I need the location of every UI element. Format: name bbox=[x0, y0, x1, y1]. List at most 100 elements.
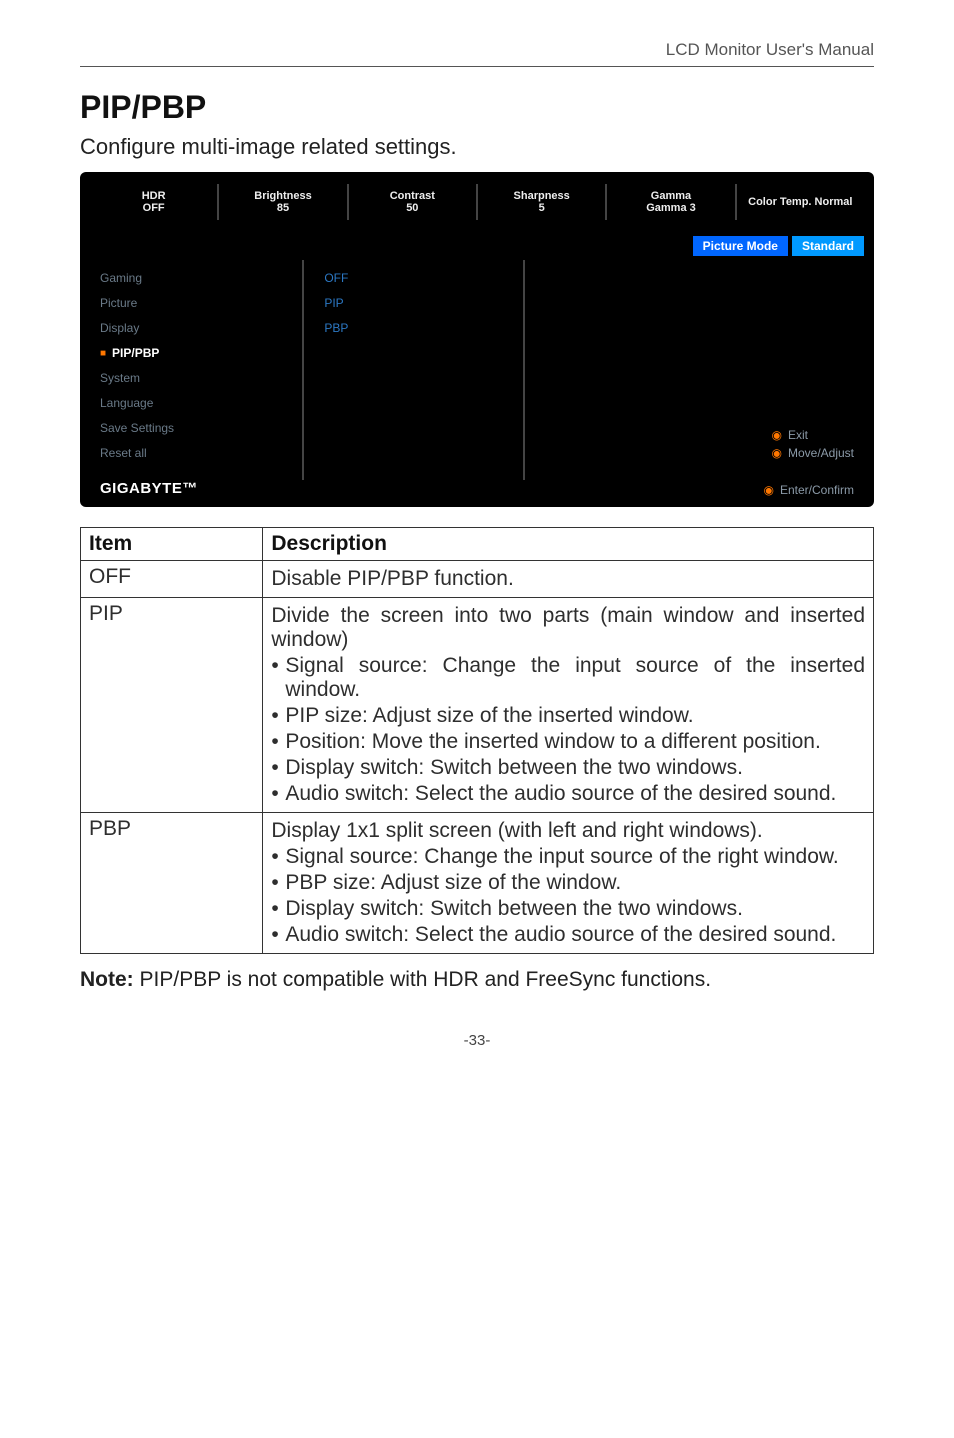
header-bar: LCD Monitor User's Manual bbox=[80, 40, 874, 67]
menu-reset-all: Reset all bbox=[100, 441, 282, 466]
bullet-text: Position: Move the inserted window to a … bbox=[285, 730, 865, 754]
note-label: Note: bbox=[80, 968, 134, 991]
hint-exit: ◉ Exit bbox=[771, 428, 854, 442]
osd-submenu: OFF PIP PBP bbox=[302, 260, 524, 480]
table-header-row: Item Description bbox=[81, 528, 874, 561]
hint-move-label: Move/Adjust bbox=[788, 446, 854, 460]
osd-hints: ◉ Exit ◉ Move/Adjust bbox=[771, 424, 854, 460]
desc-text: Divide the screen into two parts (main w… bbox=[271, 604, 865, 652]
picture-mode-value: Standard bbox=[792, 236, 864, 256]
hint-enter: ◉ Enter/Confirm bbox=[763, 483, 854, 497]
bullet: •Audio switch: Select the audio source o… bbox=[271, 782, 865, 806]
stat-value: Gamma 3 bbox=[607, 202, 734, 214]
osd-right-panel: ◉ Exit ◉ Move/Adjust bbox=[525, 260, 874, 480]
menu-gaming: Gaming bbox=[100, 266, 282, 291]
bullet-icon: • bbox=[271, 730, 285, 754]
osd-stat-brightness: Brightness 85 bbox=[217, 184, 346, 220]
hint-move: ◉ Move/Adjust bbox=[771, 446, 854, 460]
bullet-text: Display switch: Switch between the two w… bbox=[285, 756, 865, 780]
stat-label: Contrast bbox=[349, 190, 476, 202]
description-table: Item Description OFF Disable PIP/PBP fun… bbox=[80, 527, 874, 954]
picture-mode-label: Picture Mode bbox=[693, 236, 788, 256]
osd-screenshot: HDR OFF Brightness 85 Contrast 50 Sharpn… bbox=[80, 172, 874, 507]
col-header-item: Item bbox=[81, 528, 263, 561]
bullet-icon: • bbox=[271, 704, 285, 728]
submenu-pip: PIP bbox=[324, 291, 502, 316]
osd-main-menu: Gaming Picture Display PIP/PBP System La… bbox=[80, 260, 302, 480]
submenu-pbp: PBP bbox=[324, 316, 502, 341]
stat-value: 50 bbox=[349, 202, 476, 214]
bullet-text: Audio switch: Select the audio source of… bbox=[285, 923, 865, 947]
menu-save-settings: Save Settings bbox=[100, 416, 282, 441]
bullet: •Audio switch: Select the audio source o… bbox=[271, 923, 865, 947]
stat-value: OFF bbox=[90, 202, 217, 214]
stat-value: 85 bbox=[219, 202, 346, 214]
bullet-icon: • bbox=[271, 845, 285, 869]
item-cell: PBP bbox=[81, 813, 263, 954]
osd-brand: GIGABYTE™ bbox=[80, 480, 218, 507]
stat-label: Color Temp. Normal bbox=[737, 196, 864, 208]
manual-title: LCD Monitor User's Manual bbox=[666, 40, 874, 59]
joystick-icon: ◉ bbox=[763, 483, 773, 497]
bullet: •PIP size: Adjust size of the inserted w… bbox=[271, 704, 865, 728]
bullet: •Signal source: Change the input source … bbox=[271, 654, 865, 702]
bullet-text: PBP size: Adjust size of the window. bbox=[285, 871, 865, 895]
osd-stat-colortemp: Color Temp. Normal bbox=[735, 184, 864, 220]
bullet-icon: • bbox=[271, 756, 285, 780]
menu-language: Language bbox=[100, 391, 282, 416]
table-row: OFF Disable PIP/PBP function. bbox=[81, 561, 874, 598]
menu-picture: Picture bbox=[100, 291, 282, 316]
osd-stat-gamma: Gamma Gamma 3 bbox=[605, 184, 734, 220]
item-cell: PIP bbox=[81, 598, 263, 813]
menu-system: System bbox=[100, 366, 282, 391]
bullet: •PBP size: Adjust size of the window. bbox=[271, 871, 865, 895]
bullet-icon: • bbox=[271, 782, 285, 806]
note: Note: PIP/PBP is not compatible with HDR… bbox=[80, 968, 874, 992]
osd-picture-mode-bar: Picture Mode Standard bbox=[80, 232, 874, 260]
joystick-icon: ◉ bbox=[771, 446, 781, 460]
bullet-text: Signal source: Change the input source o… bbox=[285, 845, 865, 869]
desc-text: Disable PIP/PBP function. bbox=[271, 567, 865, 591]
osd-stat-hdr: HDR OFF bbox=[90, 184, 217, 220]
stat-label: HDR bbox=[90, 190, 217, 202]
note-text: PIP/PBP is not compatible with HDR and F… bbox=[134, 968, 711, 991]
submenu-off: OFF bbox=[324, 266, 502, 291]
item-cell: OFF bbox=[81, 561, 263, 598]
page-subtitle: Configure multi-image related settings. bbox=[80, 134, 874, 160]
stat-label: Gamma bbox=[607, 190, 734, 202]
osd-stat-bar: HDR OFF Brightness 85 Contrast 50 Sharpn… bbox=[80, 172, 874, 232]
table-row: PBP Display 1x1 split screen (with left … bbox=[81, 813, 874, 954]
desc-text: Display 1x1 split screen (with left and … bbox=[271, 819, 865, 843]
osd-stat-contrast: Contrast 50 bbox=[347, 184, 476, 220]
desc-cell: Disable PIP/PBP function. bbox=[263, 561, 874, 598]
bullet-icon: • bbox=[271, 923, 285, 947]
bullet-icon: • bbox=[271, 871, 285, 895]
desc-cell: Divide the screen into two parts (main w… bbox=[263, 598, 874, 813]
bullet-icon: • bbox=[271, 897, 285, 921]
page-title: PIP/PBP bbox=[80, 89, 874, 126]
col-header-description: Description bbox=[263, 528, 874, 561]
hint-exit-label: Exit bbox=[788, 428, 808, 442]
bullet-text: Signal source: Change the input source o… bbox=[285, 654, 865, 702]
osd-bottom: GIGABYTE™ ◉ Enter/Confirm bbox=[80, 480, 874, 507]
bullet: •Display switch: Switch between the two … bbox=[271, 897, 865, 921]
bullet-icon: • bbox=[271, 654, 285, 702]
bullet: •Display switch: Switch between the two … bbox=[271, 756, 865, 780]
menu-pip-pbp: PIP/PBP bbox=[100, 341, 282, 366]
osd-stat-sharpness: Sharpness 5 bbox=[476, 184, 605, 220]
bullet-text: PIP size: Adjust size of the inserted wi… bbox=[285, 704, 865, 728]
bullet: •Signal source: Change the input source … bbox=[271, 845, 865, 869]
table-row: PIP Divide the screen into two parts (ma… bbox=[81, 598, 874, 813]
page-number: -33- bbox=[80, 1032, 874, 1049]
hint-enter-label: Enter/Confirm bbox=[780, 483, 854, 497]
stat-label: Sharpness bbox=[478, 190, 605, 202]
bullet-text: Display switch: Switch between the two w… bbox=[285, 897, 865, 921]
menu-display: Display bbox=[100, 316, 282, 341]
stat-label: Brightness bbox=[219, 190, 346, 202]
bullet: •Position: Move the inserted window to a… bbox=[271, 730, 865, 754]
desc-cell: Display 1x1 split screen (with left and … bbox=[263, 813, 874, 954]
joystick-icon: ◉ bbox=[771, 428, 781, 442]
stat-value: 5 bbox=[478, 202, 605, 214]
bullet-text: Audio switch: Select the audio source of… bbox=[285, 782, 865, 806]
osd-main: Gaming Picture Display PIP/PBP System La… bbox=[80, 260, 874, 480]
